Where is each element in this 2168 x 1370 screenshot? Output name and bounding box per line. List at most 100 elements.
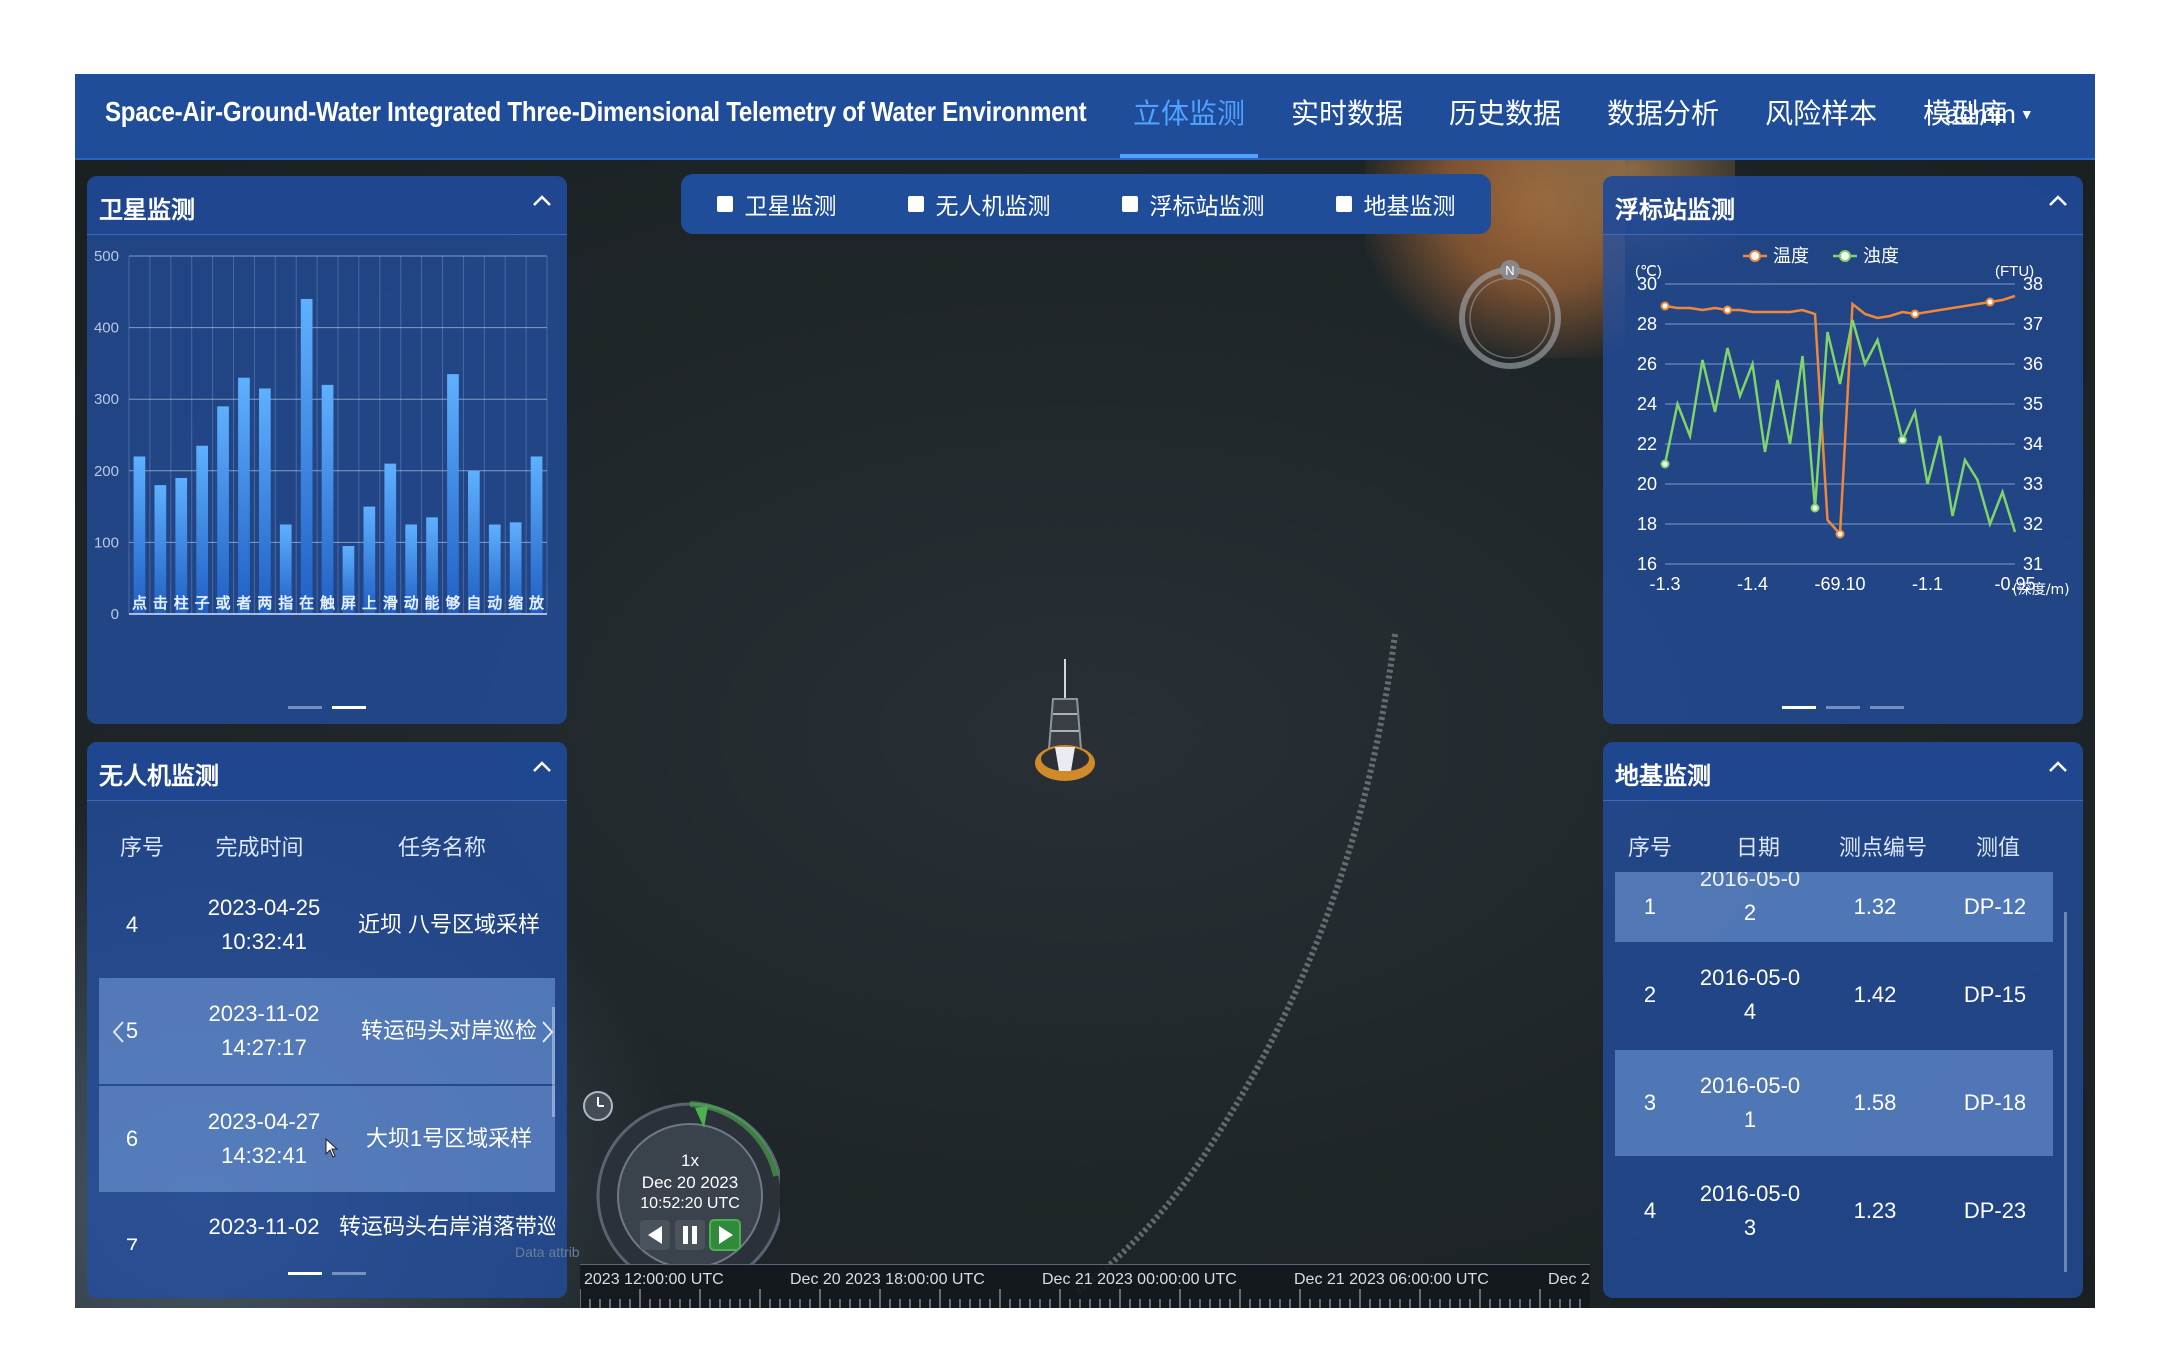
- cell-date-line2: 3: [1743, 1215, 1757, 1240]
- series-point: [1660, 301, 1670, 311]
- y-right-tick-label: 35: [2023, 394, 2043, 414]
- cell-clock: 10:32:41: [221, 929, 307, 954]
- cell-date-line2: 4: [1743, 999, 1757, 1024]
- carousel-dot[interactable]: [288, 706, 322, 709]
- carousel-dot-active[interactable]: [288, 1272, 322, 1275]
- y-right-unit: (FTU): [1995, 263, 2034, 280]
- cell-no: 1: [1643, 894, 1657, 919]
- y-left-tick-label: 24: [1637, 394, 1657, 414]
- scrollbar[interactable]: [552, 1007, 555, 1117]
- x-tick-label: 自: [466, 594, 481, 612]
- y-left-tick-label: 22: [1637, 434, 1657, 454]
- table-row[interactable]: 1 2016-05-0 2 1.32 DP-12: [1615, 872, 2053, 942]
- layer-label: 地基监测: [1363, 193, 1456, 219]
- carousel-dot-active[interactable]: [332, 706, 366, 709]
- cell-date-line1: 2016-05-0: [1699, 965, 1801, 990]
- nav-3d-monitoring[interactable]: 立体监测: [1110, 74, 1268, 158]
- chevron-up-icon[interactable]: [2045, 188, 2071, 214]
- cell-date: 2023-11-02: [208, 1001, 320, 1026]
- chevron-left-icon[interactable]: [111, 1020, 127, 1044]
- animation-clock-widget[interactable]: 1x Dec 20 2023 10:52:20 UTC: [580, 1086, 780, 1266]
- cell-task: 转运码头对岸巡检: [360, 1018, 537, 1043]
- nav-risk-samples[interactable]: 风险样本: [1742, 74, 1900, 158]
- layer-uav-checkbox[interactable]: 无人机监测: [907, 187, 1051, 221]
- table-row[interactable]: 5 2023-11-02 14:27:17 转运码头对岸巡检: [99, 978, 555, 1084]
- x-tick-label: -1.1: [1912, 574, 1943, 594]
- data-attribution-link[interactable]: Data attrib: [515, 1244, 580, 1260]
- bar: [530, 456, 543, 614]
- timeline-label: Dec 20 2023 18:00:00 UTC: [790, 1271, 985, 1288]
- table-row[interactable]: 4 2016-05-0 3 1.23 DP-23: [1615, 1158, 2053, 1250]
- series-point: [1910, 309, 1920, 319]
- compass-navigator[interactable]: N: [1455, 256, 1565, 376]
- satellite-bar-chart[interactable]: 0100200300400500点击柱子或者两指在触屏上滑动能够自动缩放: [87, 236, 567, 676]
- carousel-dot-active[interactable]: [1782, 706, 1816, 709]
- table-row[interactable]: 4 2023-04-25 10:32:41 近坝 八号区域采样: [99, 872, 555, 978]
- caret-down-icon: ▼: [2019, 106, 2034, 122]
- cell-task: 大坝1号区域采样: [365, 1126, 533, 1151]
- layer-satellite-checkbox[interactable]: 卫星监测: [716, 187, 837, 221]
- pause-button[interactable]: [675, 1220, 705, 1250]
- carousel-dot[interactable]: [1826, 706, 1860, 709]
- cell-value: 1.58: [1853, 1090, 1897, 1115]
- carousel-indicator: [1603, 706, 2083, 709]
- satellite-monitoring-panel: 卫星监测 0 100 200 300 400 500 点击柱子或者两指在触屏上滑动能够自动缩…: [87, 176, 567, 724]
- x-tick-label: -1.3: [1649, 574, 1680, 594]
- x-tick-label: 者: [236, 594, 251, 612]
- cell-date: 2023-11-02: [208, 1214, 320, 1239]
- floating-boom-line: [1073, 633, 1398, 1294]
- table-row[interactable]: 6 2023-04-27 14:32:41 大坝1号区域采样: [99, 1086, 555, 1192]
- panel-title: 浮标站监测: [1615, 197, 1735, 224]
- layer-toggle-bar: 卫星监测 无人机监测 浮标站监测 地基监测: [681, 174, 1491, 234]
- x-tick-label: 屏: [341, 594, 356, 612]
- table-row[interactable]: 2 2016-05-0 4 1.42 DP-15: [1615, 942, 2053, 1048]
- timeline-bar[interactable]: 2023 12:00:00 UTC Dec 20 2023 18:00:00 U…: [580, 1264, 1590, 1308]
- series-point: [1985, 297, 1995, 307]
- user-menu[interactable]: admin ▼: [1945, 74, 2034, 158]
- carousel-dot[interactable]: [332, 1272, 366, 1275]
- scrollbar[interactable]: [2064, 912, 2067, 1272]
- cell-date-line1: 2016-05-0: [1699, 1181, 1801, 1206]
- chevron-up-icon[interactable]: [529, 754, 555, 780]
- nav-realtime-data[interactable]: 实时数据: [1268, 74, 1426, 158]
- cell-no: 2: [1643, 982, 1657, 1007]
- timeline-label: Dec 21 2023 00:00:00 UTC: [1042, 1271, 1237, 1288]
- buoy-station-panel: 浮标站监测 16 18 20 22 24 26 28 30 31 32 33 34 35 36 37 38 (℃…: [1603, 176, 2083, 724]
- cell-clock: 14:32:41: [221, 1143, 307, 1168]
- y-left-tick-label: 20: [1637, 474, 1657, 494]
- bar: [238, 377, 250, 614]
- clock-time: 10:52:20 UTC: [640, 1195, 740, 1212]
- cell-no: 3: [1643, 1090, 1657, 1115]
- play-button[interactable]: [709, 1219, 741, 1251]
- chevron-up-icon[interactable]: [529, 188, 555, 214]
- x-tick-label: 滑: [383, 594, 398, 612]
- table-row[interactable]: 7 2023-11-02 转运码头右岸消落带巡: [99, 1194, 555, 1250]
- cell-time: 2023-04-25 10:32:41: [179, 872, 349, 978]
- cell-date: 2023-04-25: [207, 895, 321, 920]
- cell-no: 4: [1643, 1198, 1657, 1223]
- clock-date: Dec 20 2023: [642, 1173, 738, 1192]
- x-tick-label: 放: [528, 594, 545, 612]
- cell-date: 2023-04-27: [207, 1109, 321, 1134]
- rewind-button[interactable]: [640, 1220, 670, 1250]
- table-row[interactable]: 3 2016-05-0 1 1.58 DP-18: [1615, 1050, 2053, 1156]
- layer-label: 卫星监测: [744, 193, 837, 219]
- timeline-ticks: [580, 1289, 1581, 1308]
- buoy-line-chart[interactable]: 16182022242628303132333435363738(℃) (FTU)…: [1603, 236, 2083, 676]
- buoy-station-icon[interactable]: [1025, 659, 1105, 809]
- layer-ground-checkbox[interactable]: 地基监测: [1335, 187, 1456, 221]
- series-point: [1810, 503, 1820, 513]
- carousel-dot[interactable]: [1870, 706, 1904, 709]
- layer-buoy-checkbox[interactable]: 浮标站监测: [1121, 187, 1265, 221]
- nav-data-analysis[interactable]: 数据分析: [1584, 74, 1742, 158]
- chevron-up-icon[interactable]: [2045, 754, 2071, 780]
- col-value: 测值: [1975, 835, 2020, 860]
- bar: [467, 470, 480, 614]
- app-title: Space-Air-Ground-Water Integrated Three-…: [105, 96, 1087, 127]
- x-tick-label: 够: [444, 594, 460, 612]
- nav-history-data[interactable]: 历史数据: [1426, 74, 1584, 158]
- clock-icon[interactable]: [583, 1091, 613, 1121]
- col-no: 序号: [119, 835, 164, 860]
- x-tick-label: 点: [132, 594, 147, 612]
- y-right-tick-label: 33: [2023, 474, 2043, 494]
